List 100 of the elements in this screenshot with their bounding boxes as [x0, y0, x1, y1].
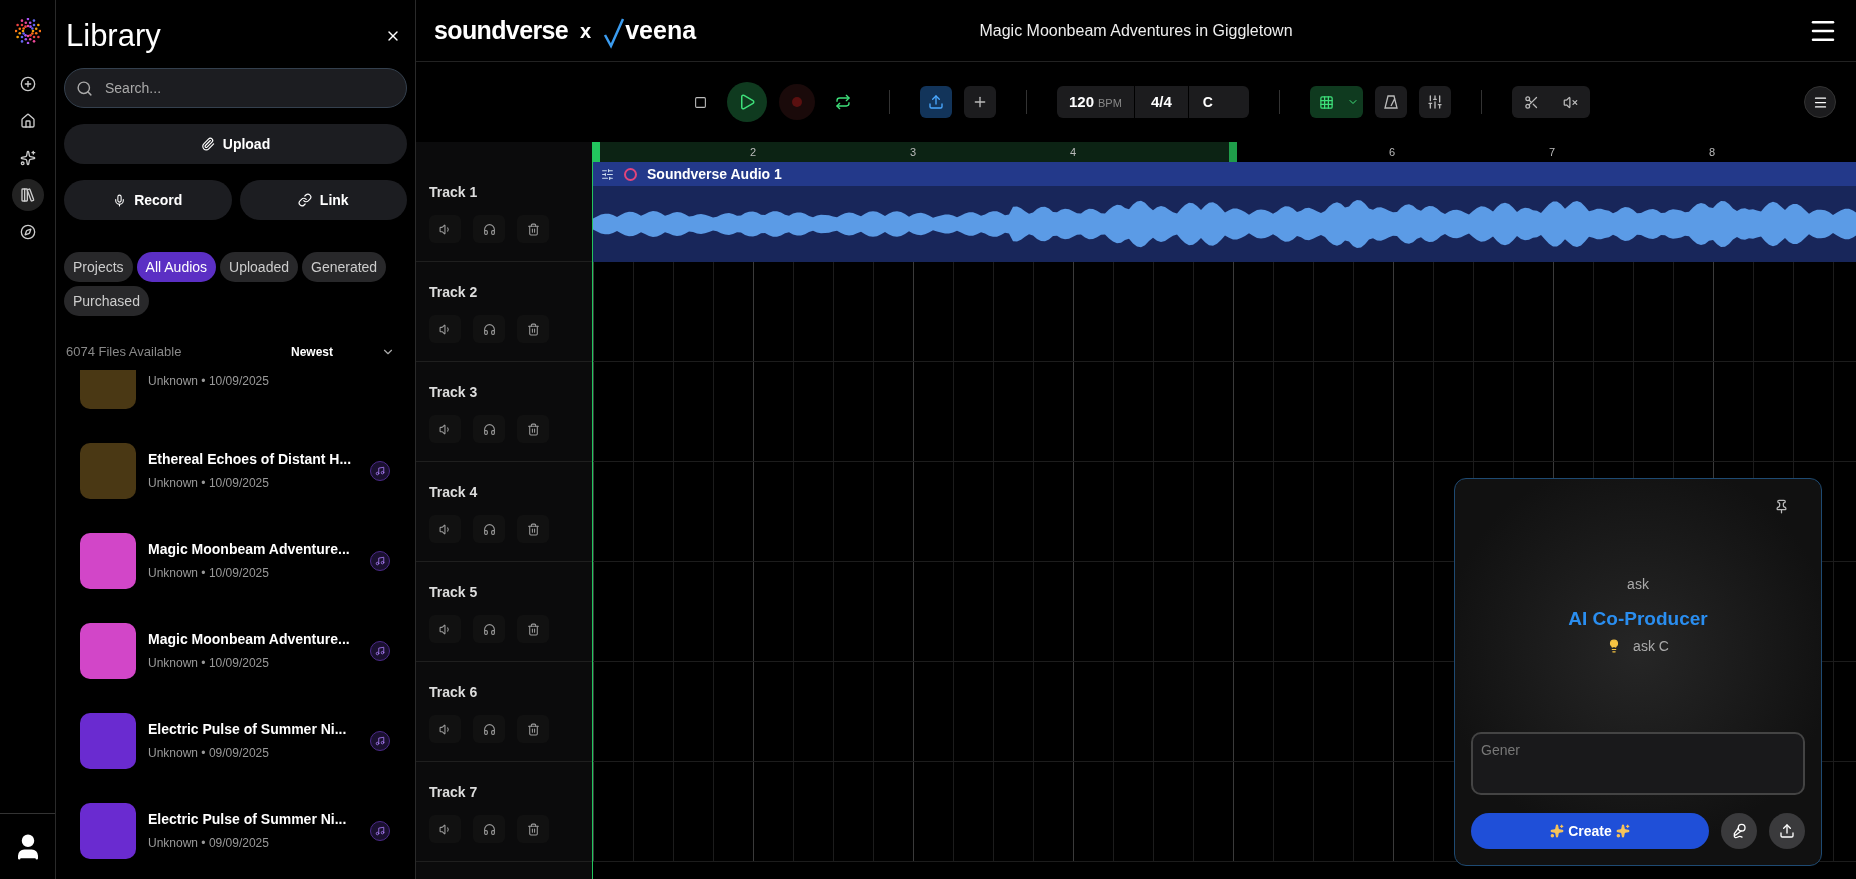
track-lane[interactable] — [593, 362, 1856, 462]
partner-wordmark: veena — [625, 14, 697, 46]
bar-number: 7 — [1549, 145, 1556, 160]
headphones-icon — [482, 822, 496, 836]
key-field[interactable]: C — [1188, 91, 1249, 113]
bar-number: 6 — [1389, 145, 1396, 160]
filter-chip[interactable]: Purchased — [64, 286, 149, 316]
solo-button[interactable] — [473, 815, 505, 843]
audio-title[interactable]: Electric Pulse of Summer Ni... — [148, 719, 358, 740]
headphones-icon — [482, 622, 496, 636]
delete-button[interactable] — [517, 715, 549, 743]
sparkle-icon — [1615, 824, 1630, 838]
trash-icon — [526, 522, 540, 536]
volume-button[interactable] — [429, 515, 461, 543]
solo-button[interactable] — [473, 315, 505, 343]
music-note-icon — [370, 460, 390, 481]
prompt-input[interactable]: Gener — [1471, 732, 1805, 795]
volume-button[interactable] — [429, 415, 461, 443]
solo-button[interactable] — [473, 215, 505, 243]
pin-icon[interactable] — [1774, 499, 1789, 514]
audio-meta: Unknown • 10/09/2025 — [148, 372, 270, 390]
metronome-button[interactable] — [1374, 86, 1407, 118]
solo-button[interactable] — [473, 515, 505, 543]
speaker-icon — [438, 222, 452, 236]
scissors-icon — [1523, 94, 1539, 110]
sparkle-icon — [1550, 824, 1565, 838]
filter-chip[interactable]: Projects — [64, 252, 133, 282]
filter-chip[interactable]: Uploaded — [220, 252, 298, 282]
bar-number: 3 — [910, 145, 917, 160]
audio-title[interactable]: Electric Pulse of Summer Ni... — [148, 809, 358, 830]
bar-number: 8 — [1709, 145, 1716, 160]
headphones-icon — [482, 422, 496, 436]
volume-button[interactable] — [429, 215, 461, 243]
grid-snap-button[interactable] — [1309, 86, 1363, 118]
volume-button[interactable] — [429, 315, 461, 343]
volume-button[interactable] — [429, 715, 461, 743]
time-signature-field[interactable]: 4/4 — [1134, 90, 1188, 114]
voice-button[interactable] — [1721, 813, 1757, 849]
brand-wordmark: soundverse — [434, 14, 569, 46]
sliders-icon — [1426, 94, 1443, 110]
delete-button[interactable] — [517, 215, 549, 243]
add-track-button[interactable] — [964, 86, 996, 118]
audio-title[interactable]: Magic Moonbeam Adventure... — [148, 629, 358, 650]
sort-dropdown[interactable]: Newest — [290, 342, 395, 361]
track-name: Track 4 — [429, 483, 479, 502]
grid-icon — [1318, 94, 1334, 110]
delete-button[interactable] — [517, 415, 549, 443]
bar-number: 4 — [1070, 145, 1077, 160]
create-button[interactable]: Create — [1471, 813, 1709, 849]
delete-button[interactable] — [517, 615, 549, 643]
volume-button[interactable] — [429, 615, 461, 643]
loop-start-marker[interactable] — [593, 142, 600, 162]
audio-meta: Unknown • 09/09/2025 — [148, 835, 270, 852]
tempo-field[interactable]: 120 BPM — [1057, 90, 1134, 114]
trash-icon — [526, 822, 540, 836]
delete-button[interactable] — [517, 815, 549, 843]
solo-button[interactable] — [473, 715, 505, 743]
upload-button[interactable] — [1769, 813, 1805, 849]
audio-meta: Unknown • 10/09/2025 — [148, 565, 270, 582]
mute-icon — [1562, 94, 1578, 110]
audio-clip[interactable]: Soundverse Audio 1 — [593, 162, 1856, 262]
speaker-icon — [438, 522, 452, 536]
upload-button[interactable]: Upload — [64, 124, 407, 164]
add-icon — [19, 76, 36, 92]
loop-region[interactable]: 2 3 4 — [593, 142, 1237, 162]
solo-button[interactable] — [473, 415, 505, 443]
link-button[interactable]: Link — [239, 180, 407, 220]
paperclip-icon — [200, 137, 215, 151]
project-title: Magic Moonbeam Adventures in Giggletown — [978, 20, 1294, 41]
filter-chip[interactable]: All Audios — [136, 252, 217, 282]
audio-title[interactable]: Ethereal Echoes of Distant H... — [148, 449, 358, 470]
play-button[interactable] — [727, 82, 767, 122]
microphone-icon — [1731, 823, 1747, 839]
options-button[interactable] — [1804, 86, 1836, 118]
tip-text: ask C — [1633, 636, 1669, 656]
track-name: Track 2 — [429, 283, 479, 302]
trash-icon — [526, 622, 540, 636]
export-button[interactable] — [920, 86, 952, 118]
filter-chip[interactable]: Generated — [302, 252, 387, 282]
delete-button[interactable] — [517, 315, 549, 343]
solo-button[interactable] — [473, 615, 505, 643]
stop-icon — [694, 95, 707, 109]
panel-title: Library — [66, 17, 161, 55]
track-lane[interactable] — [593, 262, 1856, 362]
track-name: Track 5 — [429, 583, 479, 602]
trash-icon — [526, 722, 540, 736]
delete-button[interactable] — [517, 515, 549, 543]
bar-number: 2 — [750, 145, 757, 160]
mixer-button[interactable] — [1418, 86, 1451, 118]
record-button[interactable]: Record — [64, 180, 232, 220]
track-name: Track 1 — [429, 183, 479, 202]
audio-title[interactable]: Magic Moonbeam Adventure... — [148, 539, 358, 560]
trash-icon — [526, 222, 540, 236]
home-icon — [19, 113, 36, 129]
rail-nav-button[interactable] — [11, 179, 44, 211]
menu-icon — [1812, 94, 1828, 110]
search-field[interactable]: Search... — [64, 68, 407, 108]
loop-end-marker[interactable] — [1229, 142, 1237, 162]
volume-button[interactable] — [429, 815, 461, 843]
link-icon — [297, 193, 312, 207]
